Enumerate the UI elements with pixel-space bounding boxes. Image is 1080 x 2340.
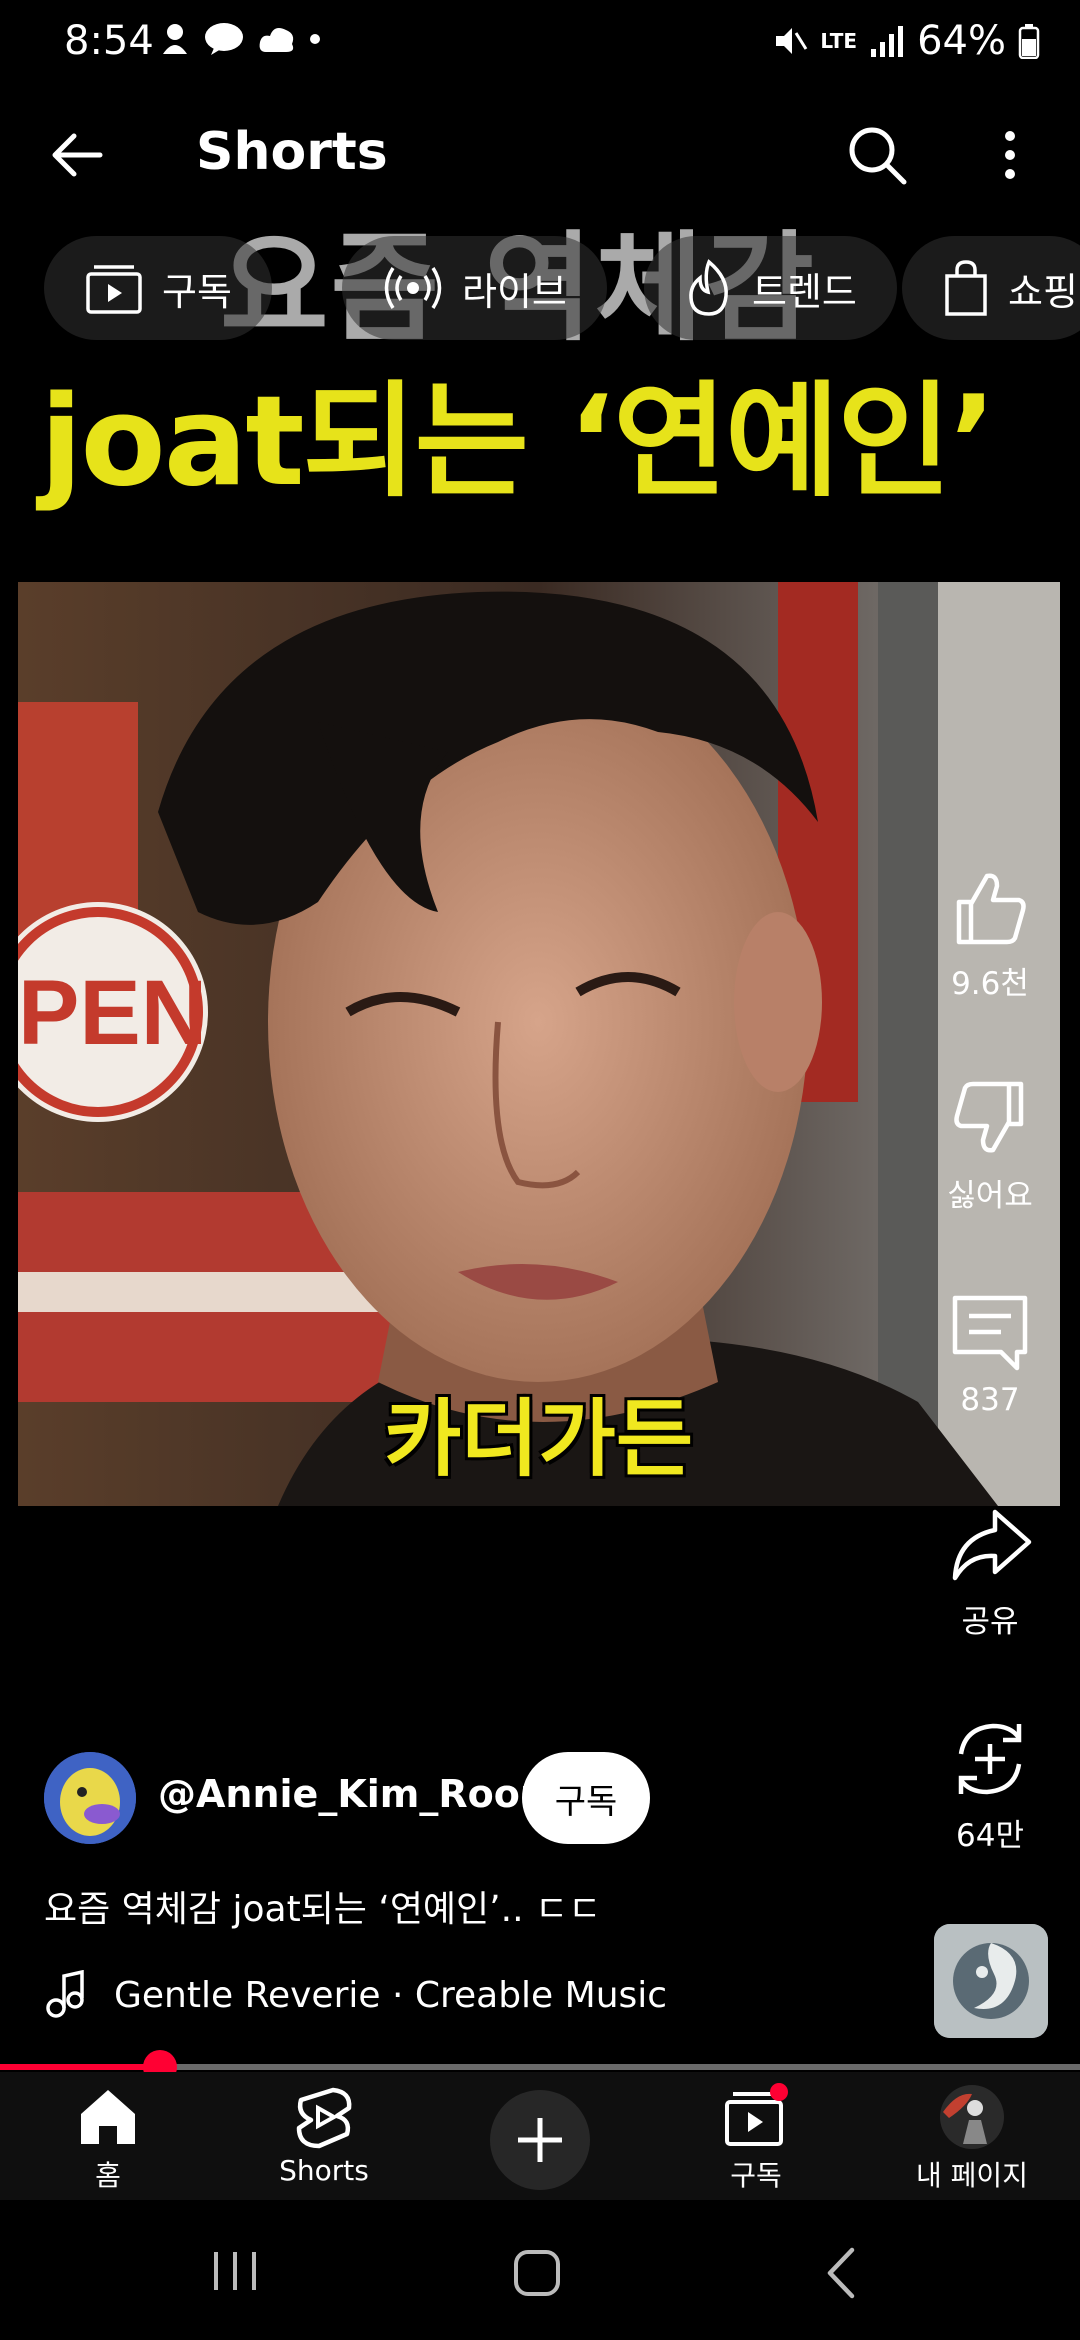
sound-thumbnail-image — [934, 1924, 1048, 2038]
subscribe-label: 구독 — [554, 1781, 618, 1822]
battery-percent: 64% — [917, 18, 1006, 64]
search-icon — [849, 127, 907, 185]
share-icon — [952, 1509, 1032, 1581]
video-caption: 카더가든 — [384, 1390, 694, 1488]
battery-icon — [1018, 24, 1040, 59]
trending-icon — [689, 259, 728, 316]
more-options-button[interactable] — [990, 120, 1030, 190]
bottom-navigation: 홈 Shorts 구독 내 페이지 — [0, 2072, 1080, 2200]
filter-chips: 구독 라이브 트렌드 쇼핑 — [44, 236, 1080, 340]
shopping-bag-icon — [945, 260, 987, 316]
dislike-label: 싫어요 — [947, 1178, 1033, 1214]
video-frame-image: PEN — [18, 582, 1060, 1506]
status-time: 8:54 — [64, 18, 154, 64]
sound-thumbnail[interactable] — [934, 1924, 1048, 2038]
nav-subscriptions[interactable]: 구독 — [656, 2082, 856, 2194]
video-description[interactable]: 요즘 역체감 joat되는 ‘연예인’.. ㄷㄷ — [44, 1880, 601, 1932]
back-button[interactable] — [42, 120, 112, 190]
chip-live[interactable]: 라이브 — [342, 236, 607, 340]
home-icon — [81, 2090, 135, 2144]
like-count: 9.6천 — [951, 966, 1029, 1002]
signal-icon — [871, 26, 904, 57]
back-nav-icon[interactable] — [822, 2246, 862, 2300]
search-button[interactable] — [842, 120, 912, 190]
recent-apps-icon[interactable] — [210, 2248, 260, 2294]
page-title: Shorts — [196, 122, 388, 182]
thumb-up-icon — [956, 873, 1026, 945]
top-bar: Shorts — [0, 110, 1080, 200]
bixby-icon — [163, 24, 187, 54]
video-headline-line2: joat되는 ‘연예인’ — [40, 370, 996, 514]
chip-label: 구독 — [162, 269, 232, 314]
cloud-icon — [259, 28, 294, 52]
subscriptions-icon — [725, 2083, 788, 2146]
video-player[interactable]: PEN 카더가든 — [18, 582, 1060, 1506]
music-title: Gentle Reverie · Creable Music — [114, 1974, 668, 2016]
more-notifications-dot — [310, 34, 320, 44]
create-button[interactable] — [490, 2090, 590, 2190]
chip-shopping[interactable]: 쇼핑 — [902, 236, 1080, 340]
chip-subscriptions[interactable]: 구독 — [44, 236, 272, 340]
nav-label: 홈 — [95, 2159, 121, 2192]
channel-handle[interactable]: @Annie_Kim_Room — [158, 1772, 559, 1816]
status-bar: 8:54 LTE 64% — [0, 0, 1080, 90]
shorts-icon — [296, 2087, 352, 2149]
share-button[interactable]: 공유 — [930, 1500, 1050, 1641]
profile-avatar-icon — [940, 2085, 1004, 2149]
avatar-image — [44, 1752, 136, 1844]
subscribe-button[interactable]: 구독 — [522, 1752, 650, 1844]
nav-label: 내 페이지 — [916, 2159, 1028, 2192]
notification-icons — [160, 22, 320, 56]
dislike-button[interactable]: 싫어요 — [930, 1074, 1050, 1215]
chip-label: 트렌드 — [752, 269, 857, 314]
progress-fill — [0, 2064, 160, 2070]
home-nav-icon[interactable] — [512, 2248, 562, 2298]
bg-sign-text: PEN — [18, 962, 207, 1064]
like-button[interactable]: 9.6천 — [930, 862, 1050, 1003]
status-right: LTE 64% — [772, 18, 1040, 64]
nav-label: Shorts — [279, 2154, 369, 2187]
nav-home[interactable]: 홈 — [8, 2082, 208, 2194]
music-note-icon — [46, 1970, 84, 2018]
more-vert-icon — [1005, 131, 1015, 179]
subscriptions-icon — [86, 265, 142, 314]
live-icon — [384, 267, 442, 309]
chip-label: 라이브 — [462, 269, 567, 314]
comments-button[interactable]: 837 — [930, 1286, 1050, 1418]
chip-label: 쇼핑 — [1008, 269, 1078, 314]
comment-icon — [952, 1295, 1028, 1371]
kakaotalk-icon — [205, 23, 243, 55]
remix-icon — [958, 1723, 1022, 1795]
remix-count: 64만 — [956, 1818, 1024, 1854]
nav-label: 구독 — [730, 2159, 782, 2192]
progress-bar[interactable] — [0, 2050, 1080, 2084]
nav-shorts[interactable]: Shorts — [224, 2082, 424, 2187]
remix-button[interactable]: 64만 — [930, 1714, 1050, 1855]
comment-count: 837 — [960, 1382, 1020, 1418]
arrow-back-icon — [52, 133, 103, 177]
mute-icon — [776, 28, 808, 54]
music-info[interactable]: Gentle Reverie · Creable Music — [44, 1970, 667, 2020]
system-navigation-bar — [0, 2200, 1080, 2340]
share-label: 공유 — [961, 1604, 1019, 1640]
plus-icon — [518, 2118, 562, 2162]
notification-dot — [770, 2083, 788, 2101]
thumb-down-icon — [954, 1081, 1024, 1153]
nav-my-page[interactable]: 내 페이지 — [872, 2082, 1072, 2194]
chip-trending[interactable]: 트렌드 — [644, 236, 897, 340]
network-type: LTE — [820, 29, 858, 53]
channel-avatar[interactable] — [44, 1752, 136, 1844]
